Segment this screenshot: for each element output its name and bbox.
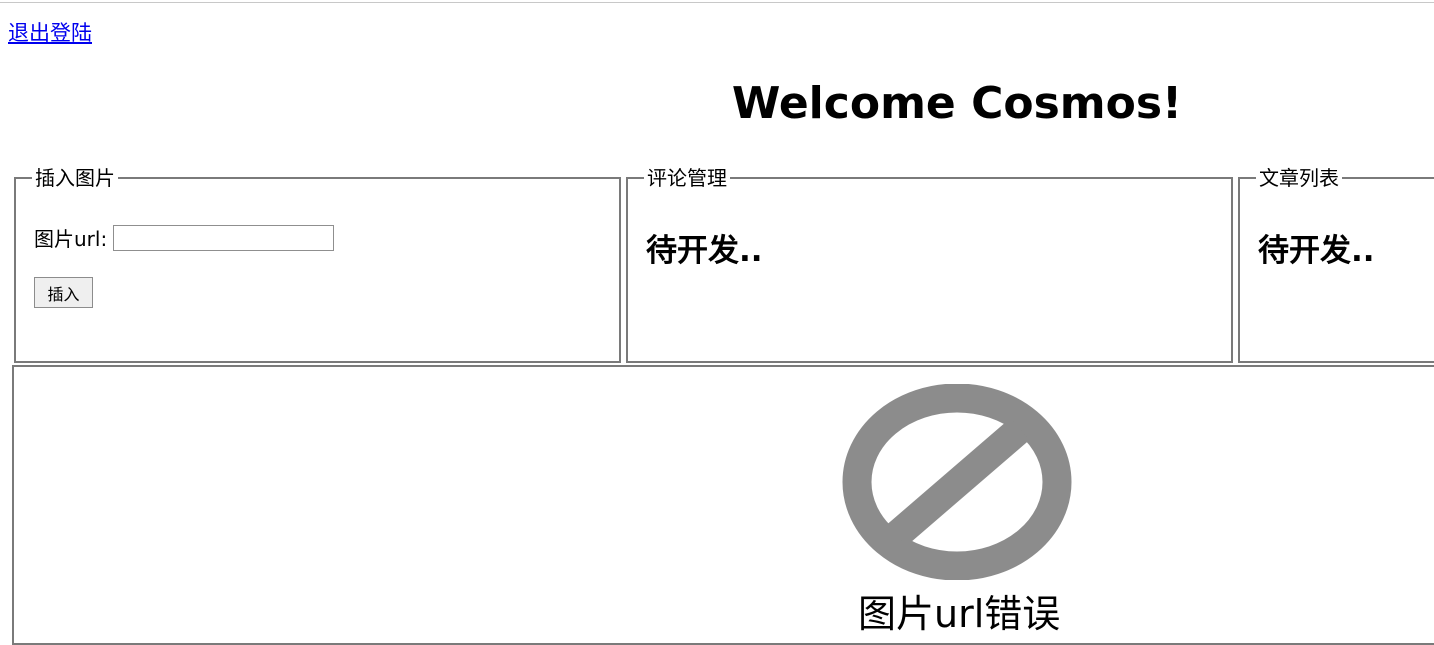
article-list-legend: 文章列表	[1256, 165, 1342, 191]
comment-management-panel: 评论管理 待开发..	[626, 165, 1233, 363]
insert-image-panel: 插入图片 图片url: 插入	[14, 165, 621, 363]
page-title: Welcome Cosmos!	[731, 78, 1183, 129]
image-url-label: 图片url:	[34, 227, 108, 251]
logout-link[interactable]: 退出登陆	[8, 17, 92, 47]
article-list-panel: 文章列表 待开发..	[1238, 165, 1434, 363]
article-list-status: 待开发..	[1258, 233, 1375, 269]
insert-image-legend: 插入图片	[32, 165, 118, 191]
top-divider	[0, 2, 1434, 3]
image-url-input[interactable]	[113, 224, 335, 251]
image-preview-box	[12, 365, 1434, 645]
image-url-row: 图片url:	[34, 223, 335, 252]
insert-button[interactable]: 插入	[34, 277, 93, 308]
no-entry-icon-slash	[887, 418, 1030, 546]
image-error-text: 图片url错误	[858, 592, 1061, 636]
comment-management-legend: 评论管理	[644, 165, 730, 191]
comment-management-status: 待开发..	[646, 233, 763, 269]
no-entry-icon	[842, 384, 1072, 580]
